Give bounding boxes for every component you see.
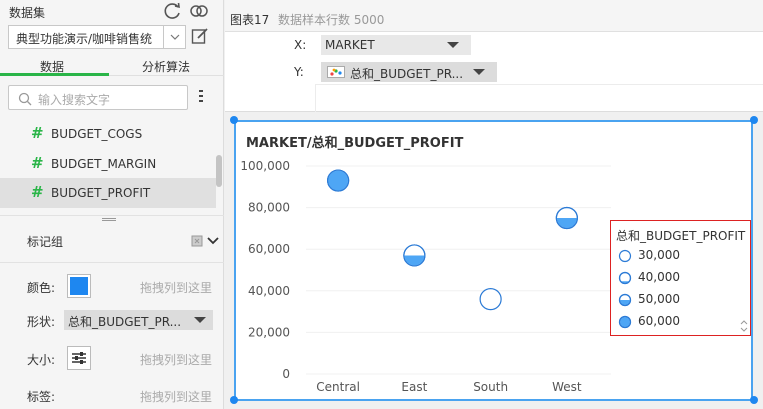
numeric-field-icon: # [31, 154, 44, 172]
chart-name: 图表17 [230, 13, 270, 27]
color-label: 颜色: [27, 281, 56, 295]
tab-active-indicator [0, 73, 109, 76]
shape-select[interactable]: 总和_BUDGET_PR... [64, 310, 213, 330]
right-panel: 图表17 数据样本行数 5000 X: MARKET Y: 总和_BUDGET_… [225, 0, 763, 409]
divider [315, 85, 316, 112]
dropdown-arrow-icon [194, 317, 206, 323]
data-point[interactable] [403, 244, 426, 267]
resize-handle[interactable] [230, 116, 238, 124]
y-tick-label: 100,000 [240, 159, 290, 173]
field-label: BUDGET_MARGIN [51, 157, 157, 171]
axis-config: X: MARKET Y: 总和_BUDGET_PR... [225, 32, 763, 112]
resize-handle[interactable] [750, 396, 758, 404]
size-drop-zone[interactable]: 拖拽列到这里 [140, 351, 212, 368]
chart-topbar: 图表17 数据样本行数 5000 [225, 0, 763, 32]
y-tick-label: 20,000 [248, 325, 290, 339]
x-tick-label: Central [316, 380, 360, 394]
field-list-scrollbar[interactable] [216, 155, 222, 187]
field-item[interactable]: # BUDGET_MARGIN [0, 149, 216, 179]
tab-algorithm[interactable]: 分析算法 [142, 58, 190, 75]
color-swatch[interactable] [67, 274, 91, 298]
link-icon[interactable] [189, 2, 209, 20]
mark-group-title: 标记组 [27, 235, 64, 249]
chevron-down-icon[interactable] [163, 26, 185, 48]
tag-row: 标签: 拖拽列到这里 [0, 380, 224, 409]
color-drop-zone[interactable]: 拖拽列到这里 [140, 279, 212, 296]
field-item[interactable]: # BUDGET_COGS [0, 119, 216, 149]
color-swatch-fill [70, 277, 88, 295]
size-slider-icon[interactable] [67, 346, 91, 370]
x-tick-label: West [552, 380, 582, 394]
tag-icon[interactable] [191, 235, 203, 247]
left-panel: 数据集 典型功能演示/咖啡销售统 数据 分析算法 输入搜索文字 # BUDGET… [0, 0, 224, 409]
x-axis-value: MARKET [325, 38, 375, 52]
y-tick-label: 80,000 [248, 201, 290, 215]
legend-marker [618, 249, 632, 263]
y-tick-label: 0 [282, 367, 290, 381]
legend-label: 60,000 [638, 314, 680, 328]
y-axis-select[interactable]: 总和_BUDGET_PR... [321, 62, 497, 82]
dropdown-arrow-icon [473, 69, 485, 75]
numeric-field-icon: # [31, 124, 44, 142]
data-point[interactable] [327, 169, 350, 192]
tab-divider [109, 75, 224, 76]
legend-label: 50,000 [638, 292, 680, 306]
panel-splitter[interactable] [0, 215, 224, 221]
y-tick-label: 40,000 [248, 284, 290, 298]
dropdown-arrow-icon [447, 42, 459, 48]
shape-row: 形状: 总和_BUDGET_PR... [0, 305, 224, 335]
chart-container[interactable]: MARKET/总和_BUDGET_PROFIT 0 20,000 40,000 60,… [234, 120, 753, 401]
color-row: 颜色: 拖拽列到这里 [0, 271, 224, 301]
mark-group-icons [191, 235, 219, 247]
resize-handle[interactable] [750, 116, 758, 124]
dataset-icons [163, 2, 209, 20]
x-axis-select[interactable]: MARKET [321, 35, 471, 55]
shape-select-value: 总和_BUDGET_PR... [68, 315, 182, 329]
y-axis-value: 总和_BUDGET_PR... [350, 67, 464, 81]
resize-handle[interactable] [230, 396, 238, 404]
splitter-grip[interactable] [102, 218, 116, 221]
chart-legend: 总和_BUDGET_PROFIT 30,000 40,000 50,000 60,00… [610, 220, 751, 336]
dataset-select-value: 典型功能演示/咖啡销售统 [16, 32, 153, 46]
y-tick-label: 60,000 [248, 242, 290, 256]
size-row: 大小: 拖拽列到这里 [0, 343, 224, 373]
sample-rows: 数据样本行数 5000 [278, 13, 385, 27]
dataset-select[interactable]: 典型功能演示/咖啡销售统 [8, 25, 186, 49]
divider [0, 262, 224, 263]
data-point[interactable] [555, 206, 578, 230]
legend-label: 30,000 [638, 248, 680, 262]
numeric-field-icon: # [31, 183, 44, 201]
legend-scroll-icon[interactable] [740, 320, 748, 332]
x-tick-label: East [401, 380, 427, 394]
x-axis-label: X: [294, 38, 307, 52]
search-placeholder: 输入搜索文字 [38, 93, 111, 107]
edit-icon[interactable] [191, 27, 209, 48]
y-axis-label: Y: [294, 65, 304, 79]
field-item-selected[interactable]: # BUDGET_PROFIT [0, 178, 216, 208]
legend-title: 总和_BUDGET_PROFIT [616, 229, 746, 243]
tag-drop-zone[interactable]: 拖拽列到这里 [140, 388, 212, 405]
tag-label: 标签: [27, 390, 56, 404]
refresh-icon[interactable] [163, 2, 183, 20]
scatter-chart-icon [327, 66, 345, 78]
more-menu-icon[interactable] [198, 89, 204, 106]
chevron-down-icon[interactable] [207, 237, 219, 245]
shape-label: 形状: [27, 315, 56, 329]
divider [315, 84, 763, 85]
legend-marker [618, 293, 632, 307]
x-tick-label: South [473, 380, 508, 394]
search-icon [18, 92, 32, 106]
legend-label: 40,000 [638, 270, 680, 284]
data-point[interactable] [479, 288, 502, 311]
field-label: BUDGET_PROFIT [51, 186, 151, 200]
size-label: 大小: [27, 353, 56, 367]
field-label: BUDGET_COGS [51, 127, 143, 141]
legend-marker [618, 271, 632, 285]
search-input[interactable]: 输入搜索文字 [8, 85, 188, 110]
dataset-title: 数据集 [9, 6, 46, 20]
legend-marker [618, 315, 632, 329]
